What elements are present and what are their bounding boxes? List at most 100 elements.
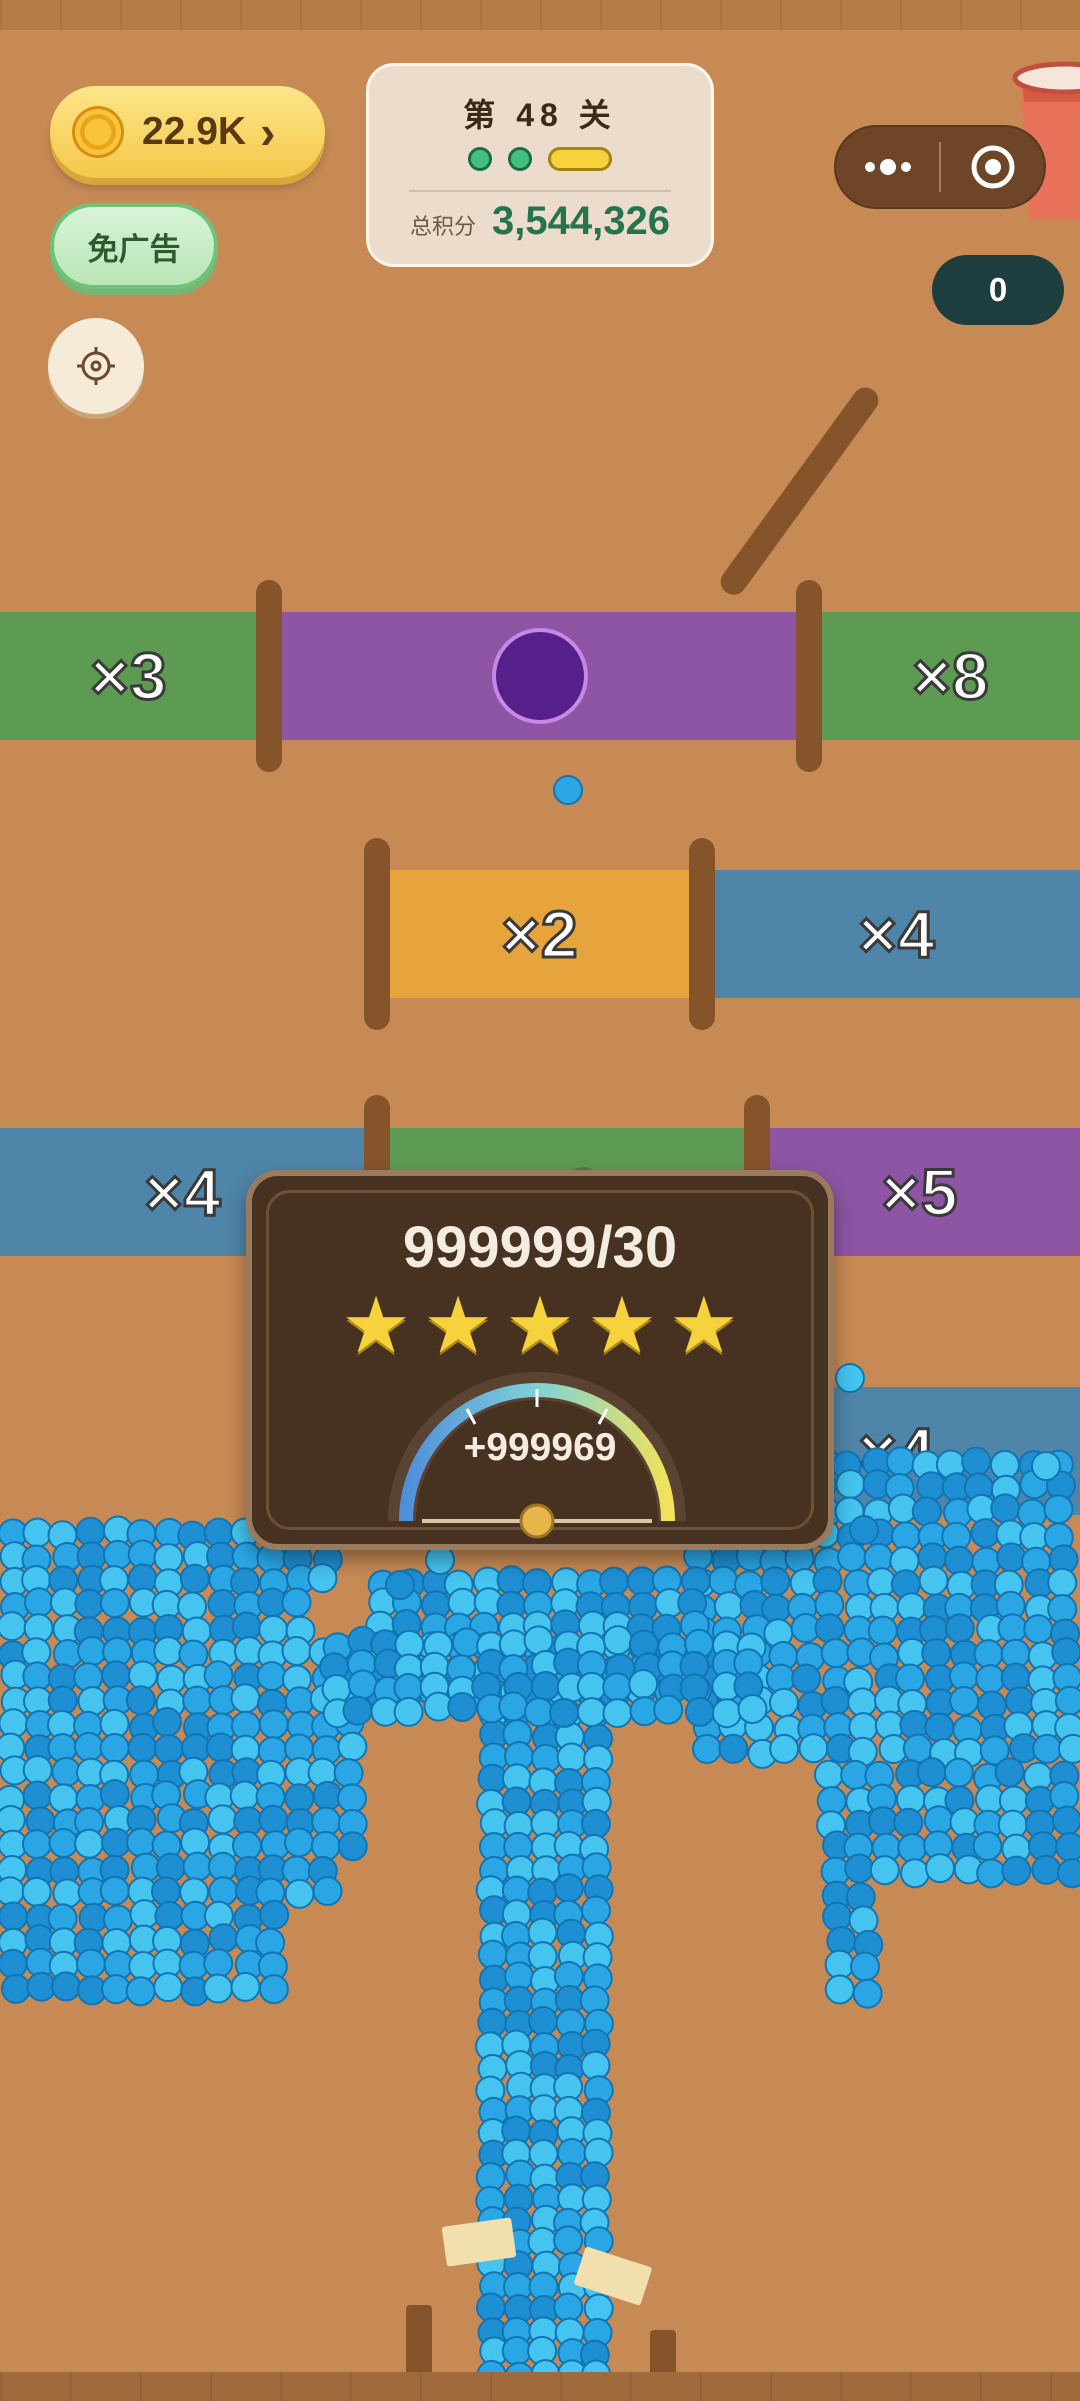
ball bbox=[21, 1829, 52, 1860]
ball bbox=[599, 1566, 630, 1597]
ball bbox=[949, 1685, 980, 1716]
ball bbox=[284, 1878, 315, 1909]
ball bbox=[1056, 1858, 1080, 1889]
ball bbox=[230, 1971, 261, 2002]
divider bbox=[409, 190, 671, 192]
ball bbox=[258, 1804, 289, 1835]
ball bbox=[0, 1948, 28, 1979]
coin-balance-button[interactable]: 22.9K › bbox=[50, 86, 325, 178]
ball bbox=[576, 1697, 607, 1728]
ball bbox=[970, 1518, 1001, 1549]
ball bbox=[126, 1827, 157, 1858]
ball bbox=[125, 1685, 156, 1716]
ball bbox=[1051, 1637, 1080, 1668]
ball bbox=[1054, 1685, 1080, 1716]
ball bbox=[178, 1639, 209, 1670]
ball bbox=[530, 1670, 561, 1701]
ball bbox=[207, 1804, 238, 1835]
ball bbox=[447, 1691, 478, 1722]
ball bbox=[867, 1615, 898, 1646]
ball bbox=[259, 1899, 290, 1930]
ball bbox=[921, 1638, 952, 1669]
ball bbox=[553, 2292, 584, 2323]
ball bbox=[528, 2094, 559, 2125]
ball bbox=[127, 1660, 158, 1691]
ball bbox=[1047, 1593, 1078, 1624]
ball bbox=[336, 1783, 367, 1814]
ball bbox=[708, 1565, 739, 1596]
ball bbox=[867, 1806, 898, 1837]
level-info-card: 第 48 关 总积分 3,544,326 bbox=[366, 63, 714, 267]
ball bbox=[48, 1827, 79, 1858]
ball bbox=[848, 1905, 879, 1936]
progress-dot bbox=[508, 147, 532, 171]
ball bbox=[125, 1976, 156, 2007]
ball bbox=[99, 1732, 130, 1763]
ball bbox=[385, 1570, 415, 1600]
ball bbox=[153, 1636, 184, 1667]
ball bbox=[820, 1638, 851, 1669]
ball bbox=[911, 1496, 942, 1527]
ball bbox=[976, 1858, 1007, 1889]
ball bbox=[943, 1757, 974, 1788]
settings-button[interactable] bbox=[48, 318, 144, 414]
ball bbox=[602, 1625, 633, 1656]
ball bbox=[895, 1663, 926, 1694]
ball bbox=[230, 1683, 261, 1714]
ball bbox=[22, 1517, 53, 1548]
ball bbox=[523, 1625, 554, 1656]
ball bbox=[885, 1446, 916, 1477]
total-score: 总积分 3,544,326 bbox=[369, 199, 711, 244]
progress-dot bbox=[468, 147, 492, 171]
ball bbox=[1057, 1733, 1080, 1764]
coin-amount: 22.9K bbox=[142, 110, 247, 153]
ball bbox=[101, 1660, 132, 1691]
ball bbox=[283, 1827, 314, 1858]
ball bbox=[791, 1663, 822, 1694]
more-button[interactable] bbox=[836, 159, 939, 175]
ball bbox=[849, 1515, 879, 1545]
star-icon: ★ bbox=[668, 1281, 739, 1369]
star-rating: ★ ★ ★ ★ ★ bbox=[252, 1286, 828, 1364]
ball bbox=[337, 1831, 368, 1862]
close-miniprogram-button[interactable] bbox=[941, 143, 1044, 191]
ball bbox=[893, 1807, 924, 1838]
ball bbox=[101, 1827, 132, 1858]
ball bbox=[897, 1833, 928, 1864]
ball bbox=[1005, 1686, 1036, 1717]
ball bbox=[284, 1783, 315, 1814]
ball bbox=[498, 1691, 529, 1722]
ball bbox=[1023, 1614, 1054, 1645]
score-value: 3,544,326 bbox=[492, 199, 670, 243]
ball bbox=[99, 1875, 130, 1906]
ball bbox=[258, 1709, 289, 1740]
ball bbox=[23, 1587, 54, 1618]
ball bbox=[496, 1565, 527, 1596]
ball bbox=[691, 1733, 722, 1764]
ball bbox=[1032, 1733, 1063, 1764]
ball bbox=[924, 1712, 955, 1743]
ball bbox=[760, 1566, 791, 1597]
ball bbox=[653, 1694, 684, 1725]
ball bbox=[21, 1876, 52, 1907]
ball bbox=[711, 1698, 742, 1729]
remove-ads-button[interactable]: 免广告 bbox=[50, 203, 218, 289]
ball bbox=[580, 2050, 611, 2081]
ball bbox=[177, 1591, 208, 1622]
game-stage: ×3 ×8 ×2 ×4 ×4 ×9 ×5 ×4 22.9K › 免广告 bbox=[0, 0, 1080, 2401]
ball bbox=[814, 1613, 845, 1644]
ball bbox=[1043, 1494, 1074, 1525]
ball bbox=[847, 1687, 878, 1718]
ball bbox=[99, 1779, 130, 1810]
ball bbox=[996, 1542, 1027, 1573]
ball bbox=[1031, 1854, 1062, 1885]
star-icon: ★ bbox=[586, 1281, 657, 1369]
ball bbox=[347, 1669, 378, 1700]
ball bbox=[307, 1563, 338, 1594]
result-count: 999999/30 bbox=[402, 1215, 678, 1280]
ball bbox=[312, 1876, 343, 1907]
ball bbox=[769, 1733, 800, 1764]
ball bbox=[127, 1732, 158, 1763]
ball bbox=[182, 1685, 213, 1716]
ball bbox=[153, 1543, 184, 1574]
